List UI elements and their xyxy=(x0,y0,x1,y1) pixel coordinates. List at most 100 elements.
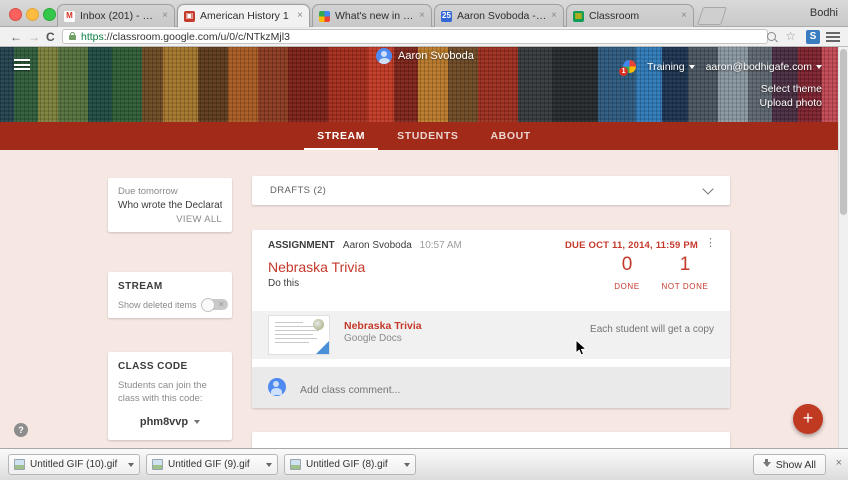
search-icon[interactable] xyxy=(767,32,776,41)
next-stream-card-partial xyxy=(252,432,730,448)
tab-close-icon[interactable]: × xyxy=(551,11,557,21)
tab-about[interactable]: ABOUT xyxy=(477,122,543,150)
assignment-author: Aaron Svoboda xyxy=(343,240,412,251)
browser-tab-strip: M Inbox (201) - aaron@bodhig × ▣ America… xyxy=(0,0,848,27)
tab-close-icon[interactable]: × xyxy=(681,11,687,21)
scrollbar-track[interactable] xyxy=(838,47,848,448)
assignment-description: Do this xyxy=(268,278,299,289)
chrome-menu-icon[interactable] xyxy=(826,32,840,42)
assignment-stats: 0 DONE 1 NOT DONE xyxy=(598,254,714,291)
window-close-button[interactable] xyxy=(9,8,22,21)
attachment-row[interactable]: Nebraska Trivia Google Docs Each student… xyxy=(252,311,730,359)
tab-gmail[interactable]: M Inbox (201) - aaron@bodhig × xyxy=(57,4,175,27)
google-apps-icon[interactable]: 1 xyxy=(623,60,636,73)
upcoming-assignment-link[interactable]: Who wrote the Declaratio... xyxy=(118,200,222,211)
user-chip: Aaron Svoboda xyxy=(376,48,474,64)
kebab-menu-icon[interactable]: ⋮ xyxy=(705,238,716,249)
tab-close-icon[interactable]: × xyxy=(297,11,303,21)
tab-close-icon[interactable]: × xyxy=(419,11,425,21)
classroom-menu-icon[interactable] xyxy=(14,59,30,73)
done-stat[interactable]: 0 DONE xyxy=(598,254,656,291)
chevron-down-icon xyxy=(194,420,200,424)
window-zoom-button[interactable] xyxy=(43,8,56,21)
training-dropdown[interactable]: Training xyxy=(647,61,695,73)
show-all-label: Show All xyxy=(776,459,816,471)
doc-thumbnail xyxy=(268,315,330,355)
tab-american-history[interactable]: ▣ American History 1 × xyxy=(177,4,310,27)
class-code-card: CLASS CODE Students can join the class w… xyxy=(108,352,232,440)
tab-label: What's new in Classroom xyxy=(335,10,415,22)
attachment-title-link[interactable]: Nebraska Trivia xyxy=(344,320,422,332)
training-label: Training xyxy=(647,61,685,73)
chevron-down-icon[interactable] xyxy=(702,183,713,194)
select-theme-link[interactable]: Select theme xyxy=(761,83,822,95)
tab-label: Inbox (201) - aaron@bodhig xyxy=(80,10,158,22)
attachment-note: Each student will get a copy xyxy=(590,324,714,335)
image-file-icon xyxy=(290,459,301,470)
download-bar: Untitled GIF (10).gif Untitled GIF (9).g… xyxy=(0,448,848,480)
user-chip-name: Aaron Svoboda xyxy=(398,50,474,62)
download-filename: Untitled GIF (10).gif xyxy=(30,459,124,470)
assignment-card: ASSIGNMENT Aaron Svoboda 10:57 AM DUE OC… xyxy=(252,230,730,408)
tab-classroom[interactable]: ▦ Classroom × xyxy=(566,4,694,27)
download-item[interactable]: Untitled GIF (8).gif xyxy=(284,454,416,475)
url-text: ://classroom.google.com/u/0/c/NTkzMjl3 xyxy=(104,31,290,43)
seal-icon xyxy=(313,319,324,330)
assignment-title-link[interactable]: Nebraska Trivia xyxy=(268,259,365,275)
scrollbar-thumb[interactable] xyxy=(840,49,847,215)
view-all-link[interactable]: VIEW ALL xyxy=(176,214,222,225)
folded-corner-icon xyxy=(316,341,329,354)
tab-label: Aaron Svoboda - Google A xyxy=(457,10,547,22)
show-all-downloads-button[interactable]: Show All xyxy=(753,454,826,475)
chevron-down-icon xyxy=(689,65,695,69)
class-code-dropdown[interactable]: phm8vvp xyxy=(118,416,222,428)
add-post-fab-button[interactable]: + xyxy=(793,404,823,434)
download-menu-icon[interactable] xyxy=(266,463,272,467)
upload-photo-link[interactable]: Upload photo xyxy=(760,97,822,109)
download-menu-icon[interactable] xyxy=(128,463,134,467)
back-button[interactable]: ← xyxy=(10,29,22,45)
bookmark-star-icon[interactable]: ☆ xyxy=(785,29,796,43)
drafts-header[interactable]: DRAFTS (2) xyxy=(252,176,730,205)
extension-icon[interactable]: S xyxy=(806,30,820,44)
forward-button[interactable]: → xyxy=(28,29,40,45)
gmail-icon: M xyxy=(64,11,75,22)
assignment-time: 10:57 AM xyxy=(420,240,462,251)
download-menu-icon[interactable] xyxy=(404,463,410,467)
url-scheme: https xyxy=(81,31,104,43)
download-item[interactable]: Untitled GIF (9).gif xyxy=(146,454,278,475)
tab-close-icon[interactable]: × xyxy=(162,11,168,21)
assignment-type-label: ASSIGNMENT xyxy=(268,240,335,251)
stream-settings-card: STREAM Show deleted items ✕ xyxy=(108,272,232,318)
classroom-class-icon: ▣ xyxy=(184,11,195,22)
done-count: 0 xyxy=(598,254,656,276)
tab-stream[interactable]: STREAM xyxy=(304,122,378,150)
tab-label: Classroom xyxy=(589,10,677,22)
download-item[interactable]: Untitled GIF (10).gif xyxy=(8,454,140,475)
chrome-profile-name[interactable]: Bodhi xyxy=(810,7,838,19)
download-bar-close-icon[interactable]: × xyxy=(836,458,842,469)
add-comment-row[interactable]: Add class comment... xyxy=(252,367,730,408)
tab-whats-new[interactable]: What's new in Classroom × xyxy=(312,4,432,27)
download-arrow-icon xyxy=(763,462,771,467)
reload-button[interactable]: C xyxy=(46,29,55,45)
https-lock-icon[interactable] xyxy=(69,35,76,40)
not-done-stat[interactable]: 1 NOT DONE xyxy=(656,254,714,291)
classroom-page: Aaron Svoboda 1 Training aaron@bodhigafe… xyxy=(0,47,848,448)
image-file-icon xyxy=(152,459,163,470)
not-done-count: 1 xyxy=(656,254,714,276)
omnibox[interactable]: https://classroom.google.com/u/0/c/NTkzM… xyxy=(62,29,768,44)
image-file-icon xyxy=(14,459,25,470)
tab-calendar[interactable]: 25 Aaron Svoboda - Google A × xyxy=(434,4,564,27)
tab-students[interactable]: STUDENTS xyxy=(384,122,471,150)
show-deleted-toggle[interactable]: ✕ xyxy=(202,299,228,310)
account-dropdown[interactable]: aaron@bodhigafe.com xyxy=(706,61,822,73)
toggle-knob xyxy=(201,298,215,312)
stream-card-title: STREAM xyxy=(118,281,222,292)
screen: M Inbox (201) - aaron@bodhig × ▣ America… xyxy=(0,0,848,480)
new-tab-button[interactable] xyxy=(697,7,727,25)
help-button[interactable]: ? xyxy=(14,423,28,437)
show-deleted-label: Show deleted items xyxy=(118,300,197,310)
browser-url-bar: ← → C https://classroom.google.com/u/0/c… xyxy=(0,27,848,47)
window-minimize-button[interactable] xyxy=(26,8,39,21)
